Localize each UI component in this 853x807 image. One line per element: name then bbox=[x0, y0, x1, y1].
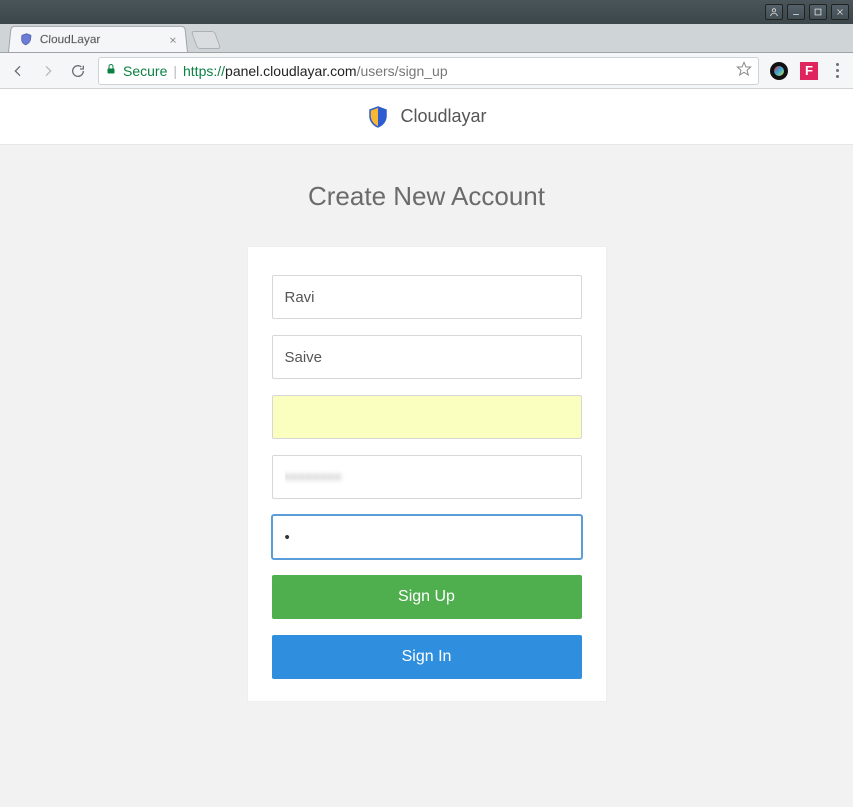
cloudlayar-logo-icon bbox=[366, 105, 390, 129]
shield-icon bbox=[17, 32, 34, 47]
browser-tabstrip: CloudLayar bbox=[0, 24, 853, 53]
browser-toolbar: Secure | https://panel.cloudlayar.com/us… bbox=[0, 53, 853, 89]
secure-label: Secure bbox=[123, 63, 167, 79]
site-header: Cloudlayar bbox=[0, 89, 853, 145]
close-icon[interactable] bbox=[168, 34, 179, 44]
password-field[interactable] bbox=[272, 455, 582, 499]
browser-tab-title: CloudLayar bbox=[39, 33, 162, 47]
page-body: Create New Account Sign Up Sign In bbox=[0, 145, 853, 807]
browser-tab-active[interactable]: CloudLayar bbox=[8, 26, 188, 52]
page-title: Create New Account bbox=[308, 181, 545, 212]
page-viewport: Cloudlayar Create New Account Sign Up Si… bbox=[0, 89, 853, 807]
lock-icon bbox=[105, 62, 117, 79]
window-maximize-button[interactable] bbox=[809, 4, 827, 20]
brand-name: Cloudlayar bbox=[400, 106, 486, 127]
signup-form: Sign Up Sign In bbox=[247, 246, 607, 702]
browser-new-tab-button[interactable] bbox=[191, 31, 222, 49]
back-button[interactable] bbox=[8, 61, 28, 81]
window-minimize-button[interactable] bbox=[787, 4, 805, 20]
extension-icon-flipboard[interactable]: F bbox=[799, 61, 819, 81]
reload-button[interactable] bbox=[68, 61, 88, 81]
first-name-field[interactable] bbox=[272, 275, 582, 319]
sign-in-button[interactable]: Sign In bbox=[272, 635, 582, 679]
window-titlebar bbox=[0, 0, 853, 24]
address-bar[interactable]: Secure | https://panel.cloudlayar.com/us… bbox=[98, 57, 759, 85]
last-name-field[interactable] bbox=[272, 335, 582, 379]
password-confirm-field[interactable] bbox=[272, 515, 582, 559]
window-user-button[interactable] bbox=[765, 4, 783, 20]
sign-up-button[interactable]: Sign Up bbox=[272, 575, 582, 619]
email-field[interactable] bbox=[272, 395, 582, 439]
extension-icon-1[interactable] bbox=[769, 61, 789, 81]
forward-button[interactable] bbox=[38, 61, 58, 81]
window-close-button[interactable] bbox=[831, 4, 849, 20]
bookmark-star-icon[interactable] bbox=[736, 61, 752, 80]
browser-menu-button[interactable] bbox=[829, 63, 845, 78]
url-text: https://panel.cloudlayar.com/users/sign_… bbox=[183, 63, 448, 79]
